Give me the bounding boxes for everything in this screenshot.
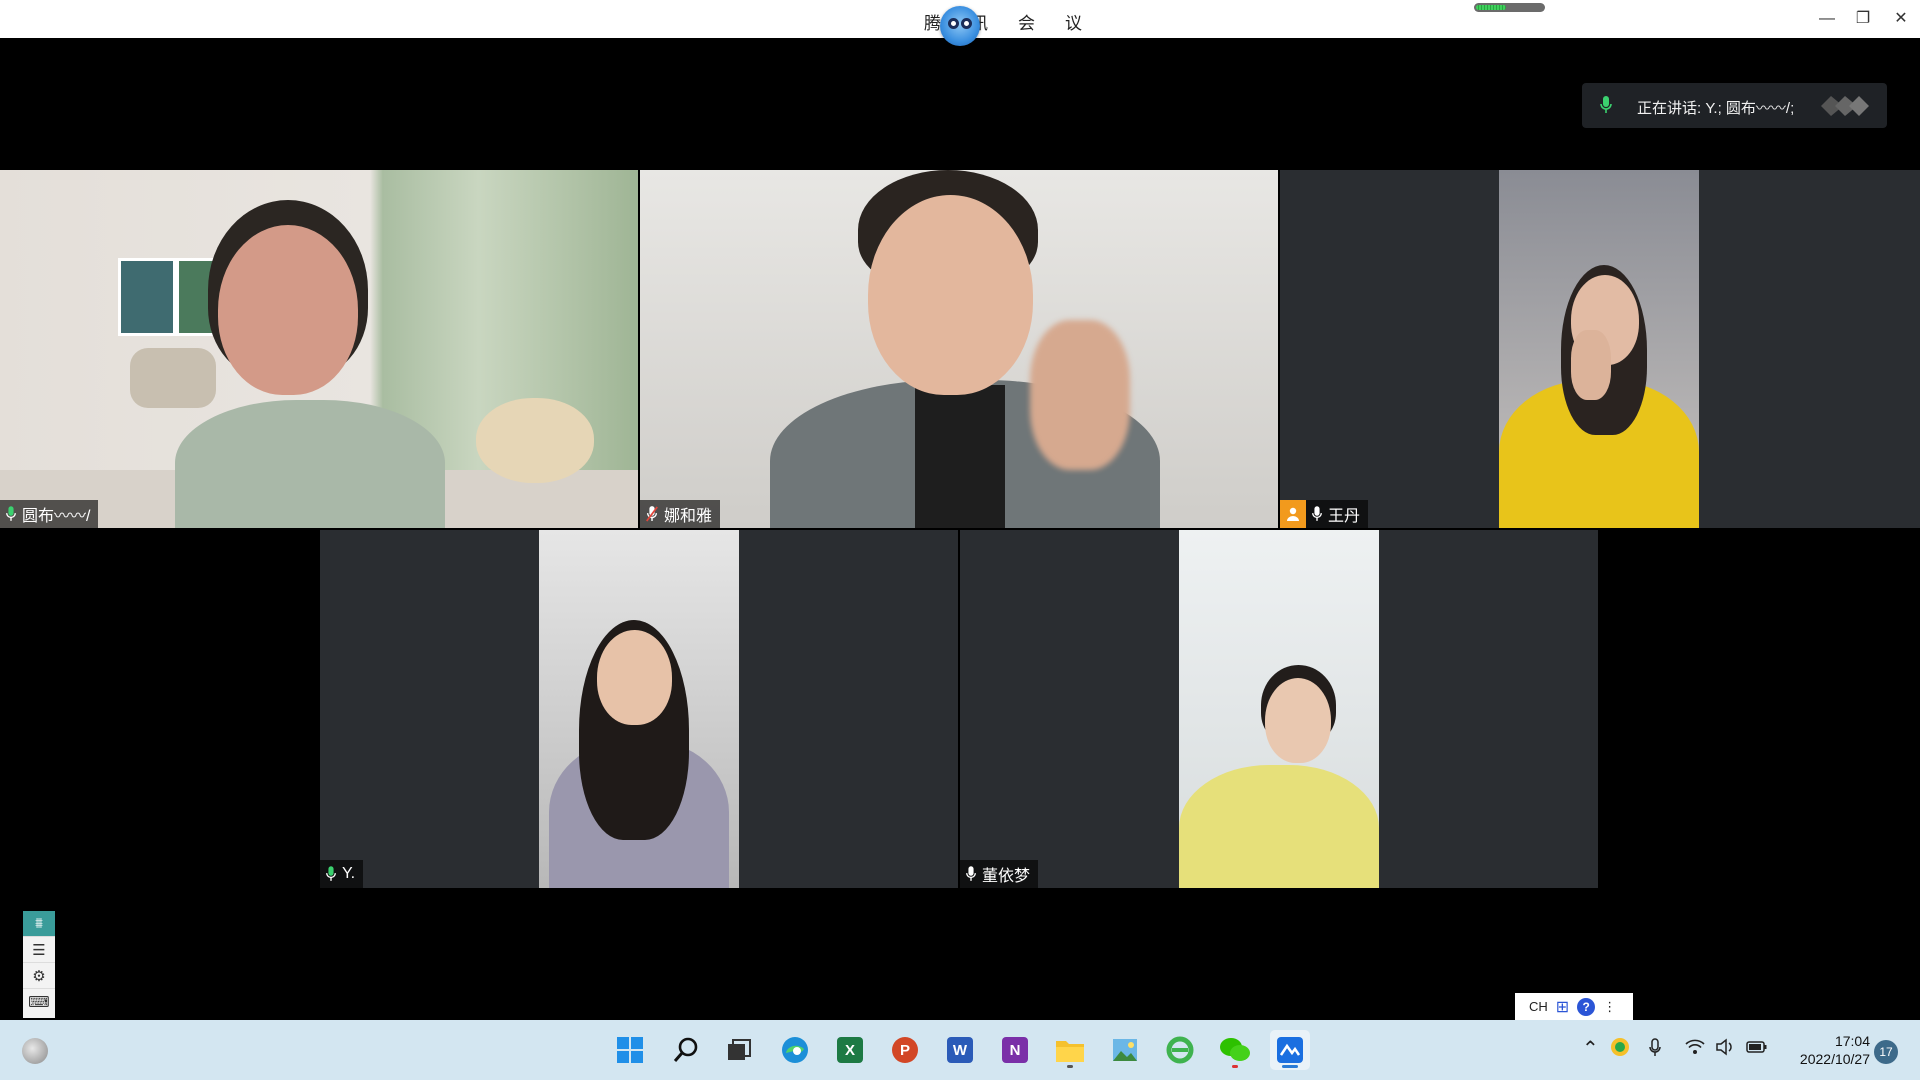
title-bar: 腾讯会议 — ❐ ✕ bbox=[0, 0, 1920, 46]
participant-name: 王丹 bbox=[1328, 508, 1361, 525]
show-hidden-icons-chevron-icon[interactable]: ⌃ bbox=[1582, 1036, 1599, 1061]
ime-more-icon[interactable]: ⋮ bbox=[1603, 999, 1616, 1015]
video-tile[interactable]: 董依梦 bbox=[960, 530, 1598, 888]
bean-bag bbox=[476, 398, 594, 483]
task-view-icon[interactable] bbox=[719, 1030, 759, 1070]
tencent-meeting-logo-icon bbox=[940, 6, 980, 46]
video-frame bbox=[640, 170, 1278, 528]
mic-icon bbox=[966, 866, 976, 881]
participant-name-tag: 王丹 bbox=[1280, 500, 1369, 528]
host-badge-icon bbox=[1280, 500, 1306, 528]
participant-name-tag: Y. bbox=[320, 860, 364, 888]
waving-hand bbox=[1030, 320, 1130, 470]
ime-help-icon[interactable]: ? bbox=[1577, 997, 1596, 1016]
clock-time: 17:04 bbox=[1834, 1033, 1870, 1049]
notification-count-badge[interactable]: 17 bbox=[1874, 1040, 1898, 1064]
volume-icon[interactable] bbox=[1715, 1038, 1735, 1061]
close-button[interactable]: ✕ bbox=[1886, 4, 1916, 34]
file-explorer-icon[interactable] bbox=[1050, 1030, 1090, 1070]
minimize-button[interactable]: — bbox=[1812, 4, 1842, 34]
video-tile[interactable]: Y. bbox=[320, 530, 958, 888]
system-clock[interactable]: 17:04 2022/10/27 bbox=[1770, 1032, 1870, 1068]
onenote-icon[interactable]: N bbox=[995, 1030, 1035, 1070]
tencent-meeting-icon[interactable] bbox=[1270, 1030, 1310, 1070]
word-icon[interactable]: W bbox=[940, 1030, 980, 1070]
search-icon[interactable] bbox=[666, 1030, 706, 1070]
participant-name: 圆布〰〰/ bbox=[22, 508, 91, 525]
windows-start-icon[interactable] bbox=[610, 1030, 650, 1070]
photos-icon[interactable] bbox=[1105, 1030, 1145, 1070]
mic-icon bbox=[1600, 96, 1612, 113]
ime-language-toggle[interactable]: CH bbox=[1529, 999, 1548, 1014]
input-tool-icon[interactable]: ⩩ bbox=[23, 911, 55, 937]
battery-icon[interactable] bbox=[1746, 1038, 1768, 1061]
participant-name: 娜和雅 bbox=[664, 508, 713, 525]
restore-button[interactable]: ❐ bbox=[1848, 4, 1878, 34]
wechat-icon[interactable] bbox=[1215, 1030, 1255, 1070]
video-frame bbox=[1179, 530, 1379, 888]
edge-icon[interactable] bbox=[775, 1030, 815, 1070]
ime-grid-icon[interactable]: ⊞ bbox=[1556, 997, 1569, 1017]
settings-gear-icon[interactable]: ⚙ bbox=[23, 963, 55, 989]
powerpoint-icon[interactable]: P bbox=[885, 1030, 925, 1070]
tray-app-icon[interactable] bbox=[1610, 1037, 1630, 1062]
mic-active-icon bbox=[326, 866, 336, 881]
mic-active-icon bbox=[6, 506, 16, 521]
video-frame bbox=[1499, 170, 1699, 528]
floating-toolbar: ⩩ ☰ ⚙ ⌨ bbox=[23, 911, 55, 1018]
mic-muted-icon bbox=[646, 506, 658, 522]
microphone-tray-icon[interactable] bbox=[1648, 1038, 1662, 1063]
avatar-stack-icon bbox=[1821, 96, 1869, 116]
participant-name-tag: 娜和雅 bbox=[640, 500, 721, 528]
sofa bbox=[130, 348, 216, 408]
widgets-icon[interactable] bbox=[22, 1038, 48, 1064]
wifi-icon[interactable] bbox=[1685, 1038, 1705, 1061]
clock-date: 2022/10/27 bbox=[1799, 1051, 1870, 1067]
mic-icon bbox=[1312, 506, 1322, 521]
ie-icon[interactable] bbox=[1160, 1030, 1200, 1070]
participant-name-tag: 圆布〰〰/ bbox=[0, 500, 99, 528]
excel-icon[interactable]: X bbox=[830, 1030, 870, 1070]
speaking-indicator: 正在讲话: Y.; 圆布〰〰/; bbox=[1582, 83, 1887, 128]
layout-tool-icon[interactable]: ☰ bbox=[23, 937, 55, 963]
network-signal-bar bbox=[1474, 3, 1545, 12]
taskbar: X P W N ⌃ 17:04 2022/10/27 17 bbox=[0, 1020, 1920, 1080]
video-tile[interactable]: 圆布〰〰/ bbox=[0, 170, 638, 528]
participant-name: 董依梦 bbox=[982, 868, 1031, 885]
participant-name: Y. bbox=[342, 865, 356, 882]
speaking-text: 正在讲话: Y.; 圆布〰〰/; bbox=[1637, 100, 1795, 117]
video-frame bbox=[0, 170, 638, 528]
video-frame bbox=[539, 530, 739, 888]
keyboard-icon[interactable]: ⌨ bbox=[23, 989, 55, 1014]
wall-picture bbox=[118, 258, 176, 336]
video-tile[interactable]: 娜和雅 bbox=[640, 170, 1278, 528]
participant-name-tag: 董依梦 bbox=[960, 860, 1039, 888]
input-method-bar: CH ⊞ ? ⋮ bbox=[1515, 993, 1633, 1020]
video-tile[interactable]: 王丹 bbox=[1280, 170, 1920, 528]
